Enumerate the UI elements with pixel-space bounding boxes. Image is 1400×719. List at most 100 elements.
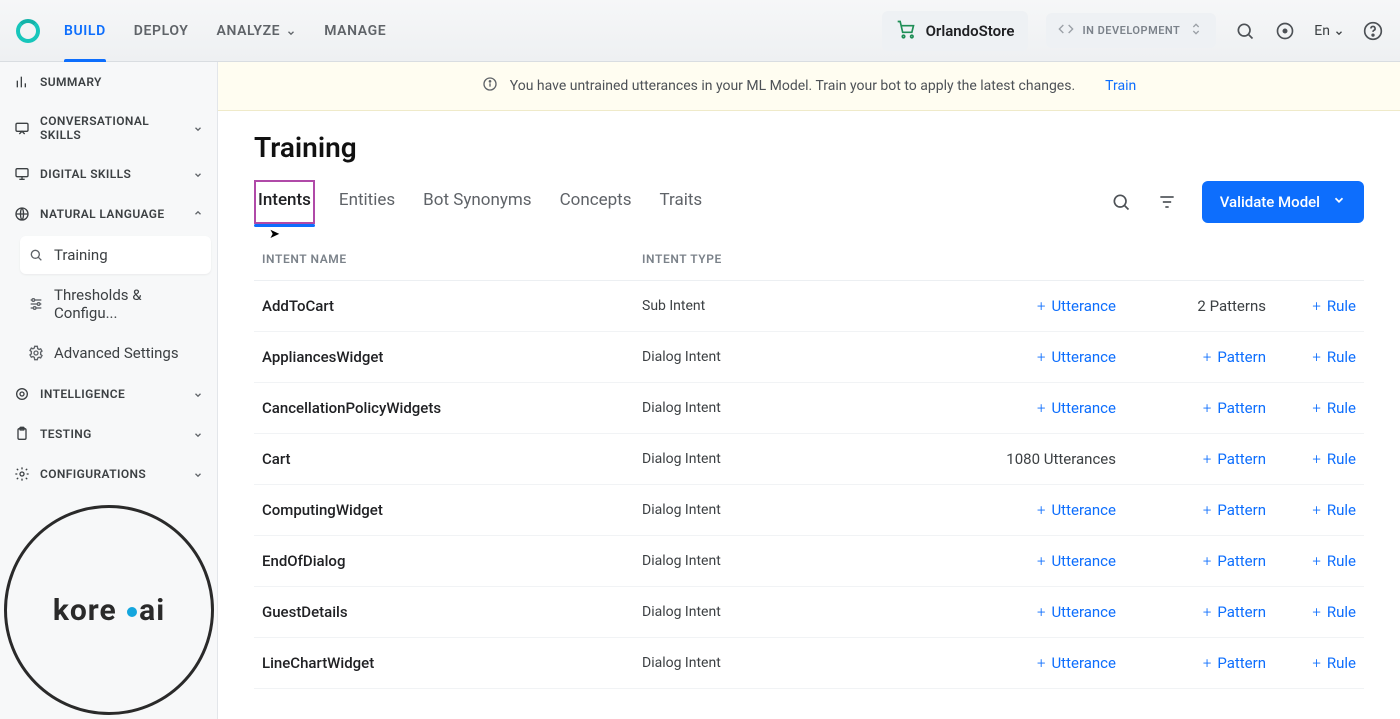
clipboard-icon <box>14 426 30 442</box>
tab-traits[interactable]: Traits <box>656 180 707 224</box>
plus-icon: + <box>1037 603 1045 621</box>
tab-concepts[interactable]: Concepts <box>556 180 636 224</box>
topnav-manage[interactable]: MANAGE <box>324 0 386 61</box>
add-pattern-link[interactable]: + Pattern <box>1203 603 1266 621</box>
add-pattern-link[interactable]: + Pattern <box>1203 552 1266 570</box>
train-banner: You have untrained utterances in your ML… <box>218 62 1400 111</box>
search-icon[interactable] <box>1234 20 1256 42</box>
utterance-label: Utterance <box>1051 399 1116 417</box>
plus-icon: + <box>1312 654 1320 672</box>
table-row[interactable]: GuestDetailsDialog Intent+ Utterance+ Pa… <box>254 587 1364 638</box>
sidebar-conversational-skills[interactable]: CONVERSATIONAL SKILLS <box>0 102 217 154</box>
intent-name: AddToCart <box>262 297 642 315</box>
chevron-down-icon <box>193 429 203 439</box>
intent-name: LineChartWidget <box>262 654 642 672</box>
add-rule-link[interactable]: + Rule <box>1312 501 1356 519</box>
table-row[interactable]: AppliancesWidgetDialog Intent+ Utterance… <box>254 332 1364 383</box>
brand-text-a: kore <box>53 593 117 628</box>
intent-type: Dialog Intent <box>642 553 982 569</box>
add-utterance-link[interactable]: + Utterance <box>1037 501 1116 519</box>
add-utterance-link[interactable]: + Utterance <box>1037 654 1116 672</box>
topnav-build[interactable]: BUILD <box>64 0 106 61</box>
add-pattern-link[interactable]: + Pattern <box>1203 399 1266 417</box>
topnav-analyze[interactable]: ANALYZE <box>217 0 297 61</box>
add-utterance-link[interactable]: + Utterance <box>1037 552 1116 570</box>
tab-bot-synonyms[interactable]: Bot Synonyms <box>419 180 535 224</box>
topnav-deploy[interactable]: DEPLOY <box>134 0 189 61</box>
plus-icon: + <box>1312 603 1320 621</box>
add-rule-link[interactable]: + Rule <box>1312 603 1356 621</box>
plus-icon: + <box>1037 501 1045 519</box>
add-rule-link[interactable]: + Rule <box>1312 399 1356 417</box>
table-row[interactable]: CartDialog Intent 1080 Utterances + Patter… <box>254 434 1364 485</box>
info-icon <box>482 76 498 96</box>
add-pattern-link[interactable]: + Pattern <box>1203 501 1266 519</box>
tab-entities[interactable]: Entities <box>335 180 399 224</box>
plus-icon: + <box>1037 654 1045 672</box>
pattern-label: Pattern <box>1217 399 1266 417</box>
sidebar-item-thresholds[interactable]: Thresholds & Configu... <box>20 276 211 332</box>
table-row[interactable]: LineChartWidgetDialog Intent+ Utterance+… <box>254 638 1364 689</box>
sidebar-summary[interactable]: SUMMARY <box>0 62 217 102</box>
add-rule-link[interactable]: + Rule <box>1312 654 1356 672</box>
pattern-label: Pattern <box>1217 348 1266 366</box>
intent-name: Cart <box>262 450 642 468</box>
table-row[interactable]: EndOfDialogDialog Intent+ Utterance+ Pat… <box>254 536 1364 587</box>
validate-model-label: Validate Model <box>1220 193 1320 211</box>
train-link[interactable]: Train <box>1105 78 1136 94</box>
gear-icon <box>14 466 30 482</box>
add-utterance-link[interactable]: + Utterance <box>1037 399 1116 417</box>
validate-model-button[interactable]: Validate Model <box>1202 181 1364 223</box>
add-pattern-link[interactable]: + Pattern <box>1203 654 1266 672</box>
add-utterance-link[interactable]: + Utterance <box>1037 603 1116 621</box>
top-bar: BUILD DEPLOY ANALYZE MANAGE OrlandoStore… <box>0 0 1400 62</box>
filter-icon[interactable] <box>1156 191 1178 213</box>
plus-icon: + <box>1203 348 1211 366</box>
sidebar-intelligence[interactable]: INTELLIGENCE <box>0 374 217 414</box>
plus-icon: + <box>1203 450 1211 468</box>
tab-intents[interactable]: Intents <box>254 180 315 224</box>
table-row[interactable]: CancellationPolicyWidgetsDialog Intent+ … <box>254 383 1364 434</box>
add-pattern-link[interactable]: + Pattern <box>1203 348 1266 366</box>
add-rule-link[interactable]: + Rule <box>1312 348 1356 366</box>
store-chip[interactable]: OrlandoStore <box>882 11 1029 51</box>
intent-name: GuestDetails <box>262 603 642 621</box>
table-search-icon[interactable] <box>1110 191 1132 213</box>
sidebar-natural-language[interactable]: NATURAL LANGUAGE <box>0 194 217 234</box>
rule-label: Rule <box>1327 603 1356 621</box>
target-icon[interactable] <box>1274 20 1296 42</box>
language-selector[interactable]: En <box>1314 23 1344 39</box>
chevron-down-icon <box>193 169 203 179</box>
add-rule-link[interactable]: + Rule <box>1312 552 1356 570</box>
sidebar-configurations[interactable]: CONFIGURATIONS <box>0 454 217 494</box>
sidebar-item-advanced-settings[interactable]: Advanced Settings <box>20 334 211 372</box>
intent-type: Dialog Intent <box>642 349 982 365</box>
plus-icon: + <box>1312 348 1320 366</box>
plus-icon: + <box>1037 399 1045 417</box>
table-row[interactable]: AddToCartSub Intent+ Utterance2 Patterns… <box>254 281 1364 332</box>
sidebar-digital-skills[interactable]: DIGITAL SKILLS <box>0 154 217 194</box>
sidebar-item-label: Advanced Settings <box>54 344 179 362</box>
banner-text: You have untrained utterances in your ML… <box>510 78 1075 94</box>
plus-icon: + <box>1203 399 1211 417</box>
code-icon <box>1058 21 1074 40</box>
plus-icon: + <box>1312 399 1320 417</box>
plus-icon: + <box>1203 603 1211 621</box>
add-utterance-link[interactable]: + Utterance <box>1037 297 1116 315</box>
table-row[interactable]: ComputingWidgetDialog Intent+ Utterance+… <box>254 485 1364 536</box>
cursor-icon: ➤ <box>269 227 280 242</box>
sidebar-item-training[interactable]: Training <box>20 236 211 274</box>
intent-type: Sub Intent <box>642 298 982 314</box>
intent-type: Dialog Intent <box>642 451 982 467</box>
add-rule-link[interactable]: + Rule <box>1312 450 1356 468</box>
help-icon[interactable] <box>1362 20 1384 42</box>
add-pattern-link[interactable]: + Pattern <box>1203 450 1266 468</box>
sidebar-label: CONVERSATIONAL SKILLS <box>40 114 183 142</box>
sidebar-testing[interactable]: TESTING <box>0 414 217 454</box>
add-utterance-link[interactable]: + Utterance <box>1037 348 1116 366</box>
utterance-count: 1080 Utterances <box>1006 450 1116 468</box>
status-chip[interactable]: IN DEVELOPMENT <box>1046 13 1216 48</box>
bar-chart-icon <box>14 74 30 90</box>
th-intent-name: INTENT NAME <box>262 252 642 266</box>
add-rule-link[interactable]: + Rule <box>1312 297 1356 315</box>
